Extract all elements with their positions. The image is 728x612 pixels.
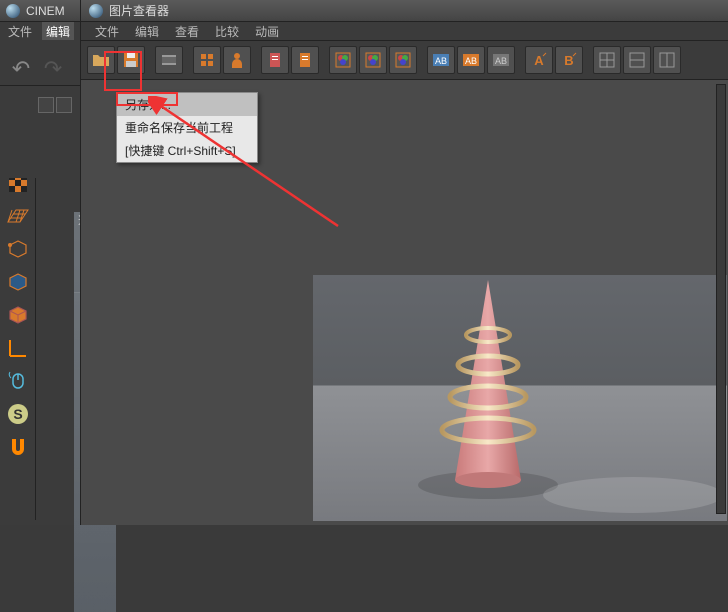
mini-icon-1[interactable] [38, 97, 54, 113]
grid-1-icon[interactable] [593, 46, 621, 74]
menu-file[interactable]: 文件 [8, 23, 32, 40]
grid-2-icon[interactable] [623, 46, 651, 74]
svg-text:AB: AB [495, 56, 507, 66]
checker-icon[interactable] [3, 168, 33, 198]
doc-orange-icon[interactable] [291, 46, 319, 74]
main-title: CINEM [26, 4, 65, 18]
open-folder-icon[interactable] [87, 46, 115, 74]
s-sphere-icon[interactable]: S [3, 399, 33, 429]
app-icon [6, 4, 20, 18]
man-icon[interactable] [223, 46, 251, 74]
rgb-square-2-icon[interactable] [359, 46, 387, 74]
pv-menu-anim[interactable]: 动画 [255, 23, 279, 40]
pv-menu-edit[interactable]: 编辑 [135, 23, 159, 40]
sidebar-tools: S [0, 90, 36, 520]
sidebar-modes: 透视 [36, 90, 76, 520]
grid-plane-icon[interactable] [3, 201, 33, 231]
dropdown-save-as[interactable]: 另存为... [117, 93, 257, 116]
ab-orange-icon[interactable]: AB [457, 46, 485, 74]
pv-title-bar: 图片查看器 [81, 0, 728, 22]
globe-icon[interactable] [3, 93, 33, 123]
save-dropdown: 另存为... 重命名保存当前工程 [快捷键 Ctrl+Shift+S] [116, 92, 258, 163]
svg-text:B: B [564, 53, 573, 68]
doc-icon[interactable] [261, 46, 289, 74]
letter-a-icon[interactable]: A [525, 46, 553, 74]
mouse-icon[interactable] [3, 366, 33, 396]
pv-menu-compare[interactable]: 比较 [215, 23, 239, 40]
pv-toolbar: AB AB AB A B [81, 40, 728, 80]
axes-icon[interactable] [3, 333, 33, 363]
cube-orange-icon[interactable] [3, 300, 33, 330]
mini-icon-2[interactable] [56, 97, 72, 113]
rgb-square-1-icon[interactable] [329, 46, 357, 74]
cube-icon[interactable] [3, 135, 33, 165]
rgb-square-3-icon[interactable] [389, 46, 417, 74]
main-menu-bar: 文件 编辑 [0, 22, 80, 40]
pv-menu-view[interactable]: 查看 [175, 23, 199, 40]
pv-app-icon [89, 4, 103, 18]
svg-text:S: S [13, 406, 22, 422]
pv-scrollbar[interactable] [716, 84, 726, 514]
menu-edit[interactable]: 编辑 [42, 22, 74, 40]
filmstrip-icon[interactable] [155, 46, 183, 74]
grid-3-icon[interactable] [653, 46, 681, 74]
render-output [313, 275, 727, 521]
stack-icon[interactable] [193, 46, 221, 74]
pv-menu-bar: 文件 编辑 查看 比较 动画 [81, 22, 728, 40]
svg-text:AB: AB [465, 56, 477, 66]
letter-b-icon[interactable]: B [555, 46, 583, 74]
svg-text:AB: AB [435, 56, 447, 66]
magnet-icon[interactable] [3, 432, 33, 462]
dropdown-shortcut: [快捷键 Ctrl+Shift+S] [117, 139, 257, 162]
ab-gray-icon[interactable]: AB [487, 46, 515, 74]
picture-viewer-window: 图片查看器 文件 编辑 查看 比较 动画 AB AB [80, 0, 728, 525]
redo-button[interactable]: ↶ [38, 58, 68, 80]
main-title-bar: CINEM [0, 0, 80, 22]
dropdown-rename-save[interactable]: 重命名保存当前工程 [117, 116, 257, 139]
pv-menu-file[interactable]: 文件 [95, 23, 119, 40]
main-toolbar: ↶ ↶ [0, 52, 80, 86]
cube-solid-icon[interactable] [3, 267, 33, 297]
cube-edge-icon[interactable] [3, 234, 33, 264]
svg-text:A: A [534, 53, 544, 68]
undo-button[interactable]: ↶ [6, 58, 36, 80]
pv-title: 图片查看器 [109, 2, 169, 19]
save-icon[interactable] [117, 46, 145, 74]
ab-blue-icon[interactable]: AB [427, 46, 455, 74]
